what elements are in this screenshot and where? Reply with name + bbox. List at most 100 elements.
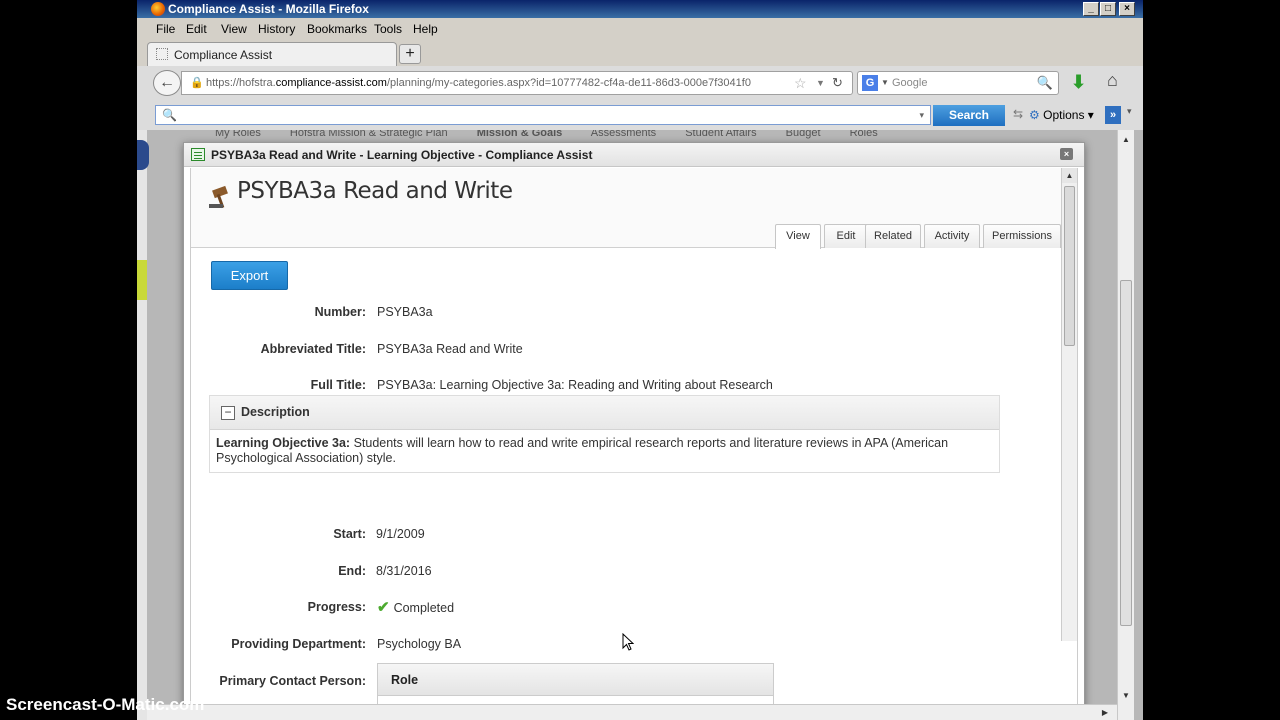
- providing-department-value: Psychology BA: [377, 637, 462, 651]
- gear-icon: ⚙: [1029, 108, 1040, 122]
- abbreviated-title-label: Abbreviated Title:: [260, 342, 366, 356]
- title-bar: Compliance Assist - Mozilla Firefox _ □ …: [137, 0, 1143, 18]
- dialog-close-button[interactable]: ×: [1060, 148, 1073, 160]
- providing-department-label: Providing Department:: [231, 637, 366, 651]
- browser-tab[interactable]: Compliance Assist: [147, 42, 397, 66]
- background-accent: [137, 260, 147, 300]
- reload-icon[interactable]: ↻: [832, 72, 843, 94]
- description-text: Learning Objective 3a: Students will lea…: [216, 436, 949, 465]
- scroll-up-icon[interactable]: ▲: [1062, 168, 1077, 183]
- progress-label: Progress:: [307, 600, 366, 614]
- tab-label: Compliance Assist: [174, 48, 273, 62]
- menu-edit[interactable]: Edit: [186, 18, 207, 40]
- start-label: Start:: [333, 527, 366, 541]
- menu-help[interactable]: Help: [413, 18, 438, 40]
- options-button[interactable]: ⚙ Options ▾: [1029, 106, 1094, 124]
- bg-nav-item: Student Affairs: [685, 130, 757, 139]
- url-text: https://hofstra.compliance-assist.com/pl…: [206, 77, 751, 89]
- dialog-title-bar: PSYBA3a Read and Write - Learning Object…: [184, 143, 1084, 167]
- gavel-icon: [209, 185, 235, 209]
- page-viewport: My Roles Hofstra Mission & Strategic Pla…: [137, 130, 1143, 720]
- menu-file[interactable]: File: [156, 18, 175, 40]
- menu-tools[interactable]: Tools: [374, 18, 402, 40]
- page-scroll-thumb[interactable]: [1120, 280, 1132, 626]
- bg-nav-item: Hofstra Mission & Strategic Plan: [289, 130, 448, 139]
- address-bar[interactable]: 🔒 https://hofstra.compliance-assist.com/…: [181, 71, 853, 95]
- bg-nav-item: Roles: [849, 130, 878, 139]
- record-content: Export Number: PSYBA3a Abbreviated Title…: [191, 248, 1061, 720]
- lock-icon: 🔒: [190, 77, 204, 89]
- web-search-box[interactable]: G ▼ Google 🔍: [857, 71, 1059, 95]
- bg-nav-item: My Roles: [215, 130, 261, 139]
- new-tab-button[interactable]: +: [399, 44, 421, 64]
- page-scroll-up-icon[interactable]: ▲: [1118, 132, 1134, 148]
- mouse-cursor-icon: [622, 633, 634, 651]
- dialog-body: PSYBA3a Read and Write View Edit Related…: [190, 168, 1078, 720]
- end-value: 8/31/2016: [376, 564, 432, 578]
- tab-activity[interactable]: Activity: [924, 224, 980, 248]
- url-dropdown-icon[interactable]: ▼: [816, 72, 825, 94]
- record-dialog: PSYBA3a Read and Write - Learning Object…: [183, 142, 1085, 720]
- watermark: Screencast-O-Matic.com: [6, 695, 205, 714]
- tab-permissions[interactable]: Permissions: [983, 224, 1061, 248]
- tab-view[interactable]: View: [775, 224, 821, 249]
- dialog-scrollbar[interactable]: ▲: [1061, 168, 1077, 641]
- description-title: Description: [241, 405, 310, 419]
- dialog-scroll-thumb[interactable]: [1064, 186, 1075, 346]
- bg-nav-item: Assessments: [590, 130, 657, 139]
- toolbar-separator-icon: ⇆: [1013, 107, 1024, 121]
- document-icon: [191, 148, 205, 161]
- role-column-header[interactable]: Role: [378, 664, 773, 696]
- menu-history[interactable]: History: [258, 18, 295, 40]
- google-icon[interactable]: G: [862, 75, 878, 91]
- description-panel: − Description Learning Objective 3a: Stu…: [209, 395, 1000, 473]
- start-value: 9/1/2009: [376, 527, 425, 541]
- check-icon: ✔: [377, 599, 390, 616]
- record-title: PSYBA3a Read and Write: [237, 178, 513, 204]
- horizontal-scrollbar[interactable]: ▶: [147, 704, 1117, 720]
- number-value: PSYBA3a: [377, 305, 433, 319]
- scroll-right-icon[interactable]: ▶: [1097, 705, 1113, 720]
- toolbar-dropdown-icon[interactable]: ▾: [919, 106, 924, 124]
- menu-bar: File Edit View History Bookmarks Tools H…: [137, 18, 1143, 40]
- full-title-label: Full Title:: [310, 378, 366, 392]
- bookmark-star-icon[interactable]: ☆: [794, 72, 807, 94]
- back-button[interactable]: ←: [153, 70, 181, 96]
- tab-edit[interactable]: Edit: [824, 224, 868, 248]
- browser-window: Compliance Assist - Mozilla Firefox _ □ …: [137, 0, 1143, 720]
- dialog-title: PSYBA3a Read and Write - Learning Object…: [211, 148, 593, 162]
- search-toolbar: 🔍 ▾ Search ⇆ ⚙ Options ▾ » ▾: [137, 100, 1143, 130]
- menu-view[interactable]: View: [221, 18, 247, 40]
- home-icon[interactable]: ⌂: [1107, 70, 1118, 91]
- favicon-icon: [156, 48, 168, 60]
- page-scrollbar[interactable]: ▲ ▼: [1117, 130, 1134, 720]
- primary-contact-label: Primary Contact Person:: [219, 674, 366, 688]
- more-tools-button[interactable]: »: [1105, 106, 1121, 124]
- collapse-icon[interactable]: −: [221, 406, 235, 420]
- background-nav: My Roles Hofstra Mission & Strategic Pla…: [215, 130, 904, 139]
- description-header[interactable]: − Description: [210, 396, 999, 430]
- abbreviated-title-value: PSYBA3a Read and Write: [377, 342, 523, 356]
- tab-related[interactable]: Related: [865, 224, 921, 248]
- tab-strip: Compliance Assist +: [137, 40, 1143, 66]
- close-window-button[interactable]: ×: [1119, 2, 1135, 16]
- export-button[interactable]: Export: [211, 261, 288, 290]
- search-placeholder: Google: [892, 77, 928, 89]
- bg-nav-item: Mission & Goals: [476, 130, 563, 139]
- toolbar-search-input[interactable]: 🔍 ▾: [155, 105, 931, 125]
- number-label: Number:: [314, 305, 366, 319]
- firefox-icon: [151, 2, 165, 16]
- toolbar-search-button[interactable]: Search: [933, 105, 1005, 126]
- download-icon[interactable]: ⬇: [1071, 72, 1086, 93]
- full-title-value: PSYBA3a: Learning Objective 3a: Reading …: [377, 378, 773, 392]
- maximize-button[interactable]: □: [1100, 2, 1116, 16]
- window-title: Compliance Assist - Mozilla Firefox: [168, 2, 369, 16]
- more-dropdown-icon[interactable]: ▾: [1127, 106, 1132, 117]
- page-scroll-down-icon[interactable]: ▼: [1118, 688, 1134, 704]
- minimize-button[interactable]: _: [1083, 2, 1099, 16]
- background-logo: [137, 140, 149, 170]
- search-icon[interactable]: 🔍: [1037, 72, 1053, 94]
- search-engine-dropdown-icon[interactable]: ▼: [881, 72, 889, 94]
- end-label: End:: [338, 564, 366, 578]
- menu-bookmarks[interactable]: Bookmarks: [307, 18, 367, 40]
